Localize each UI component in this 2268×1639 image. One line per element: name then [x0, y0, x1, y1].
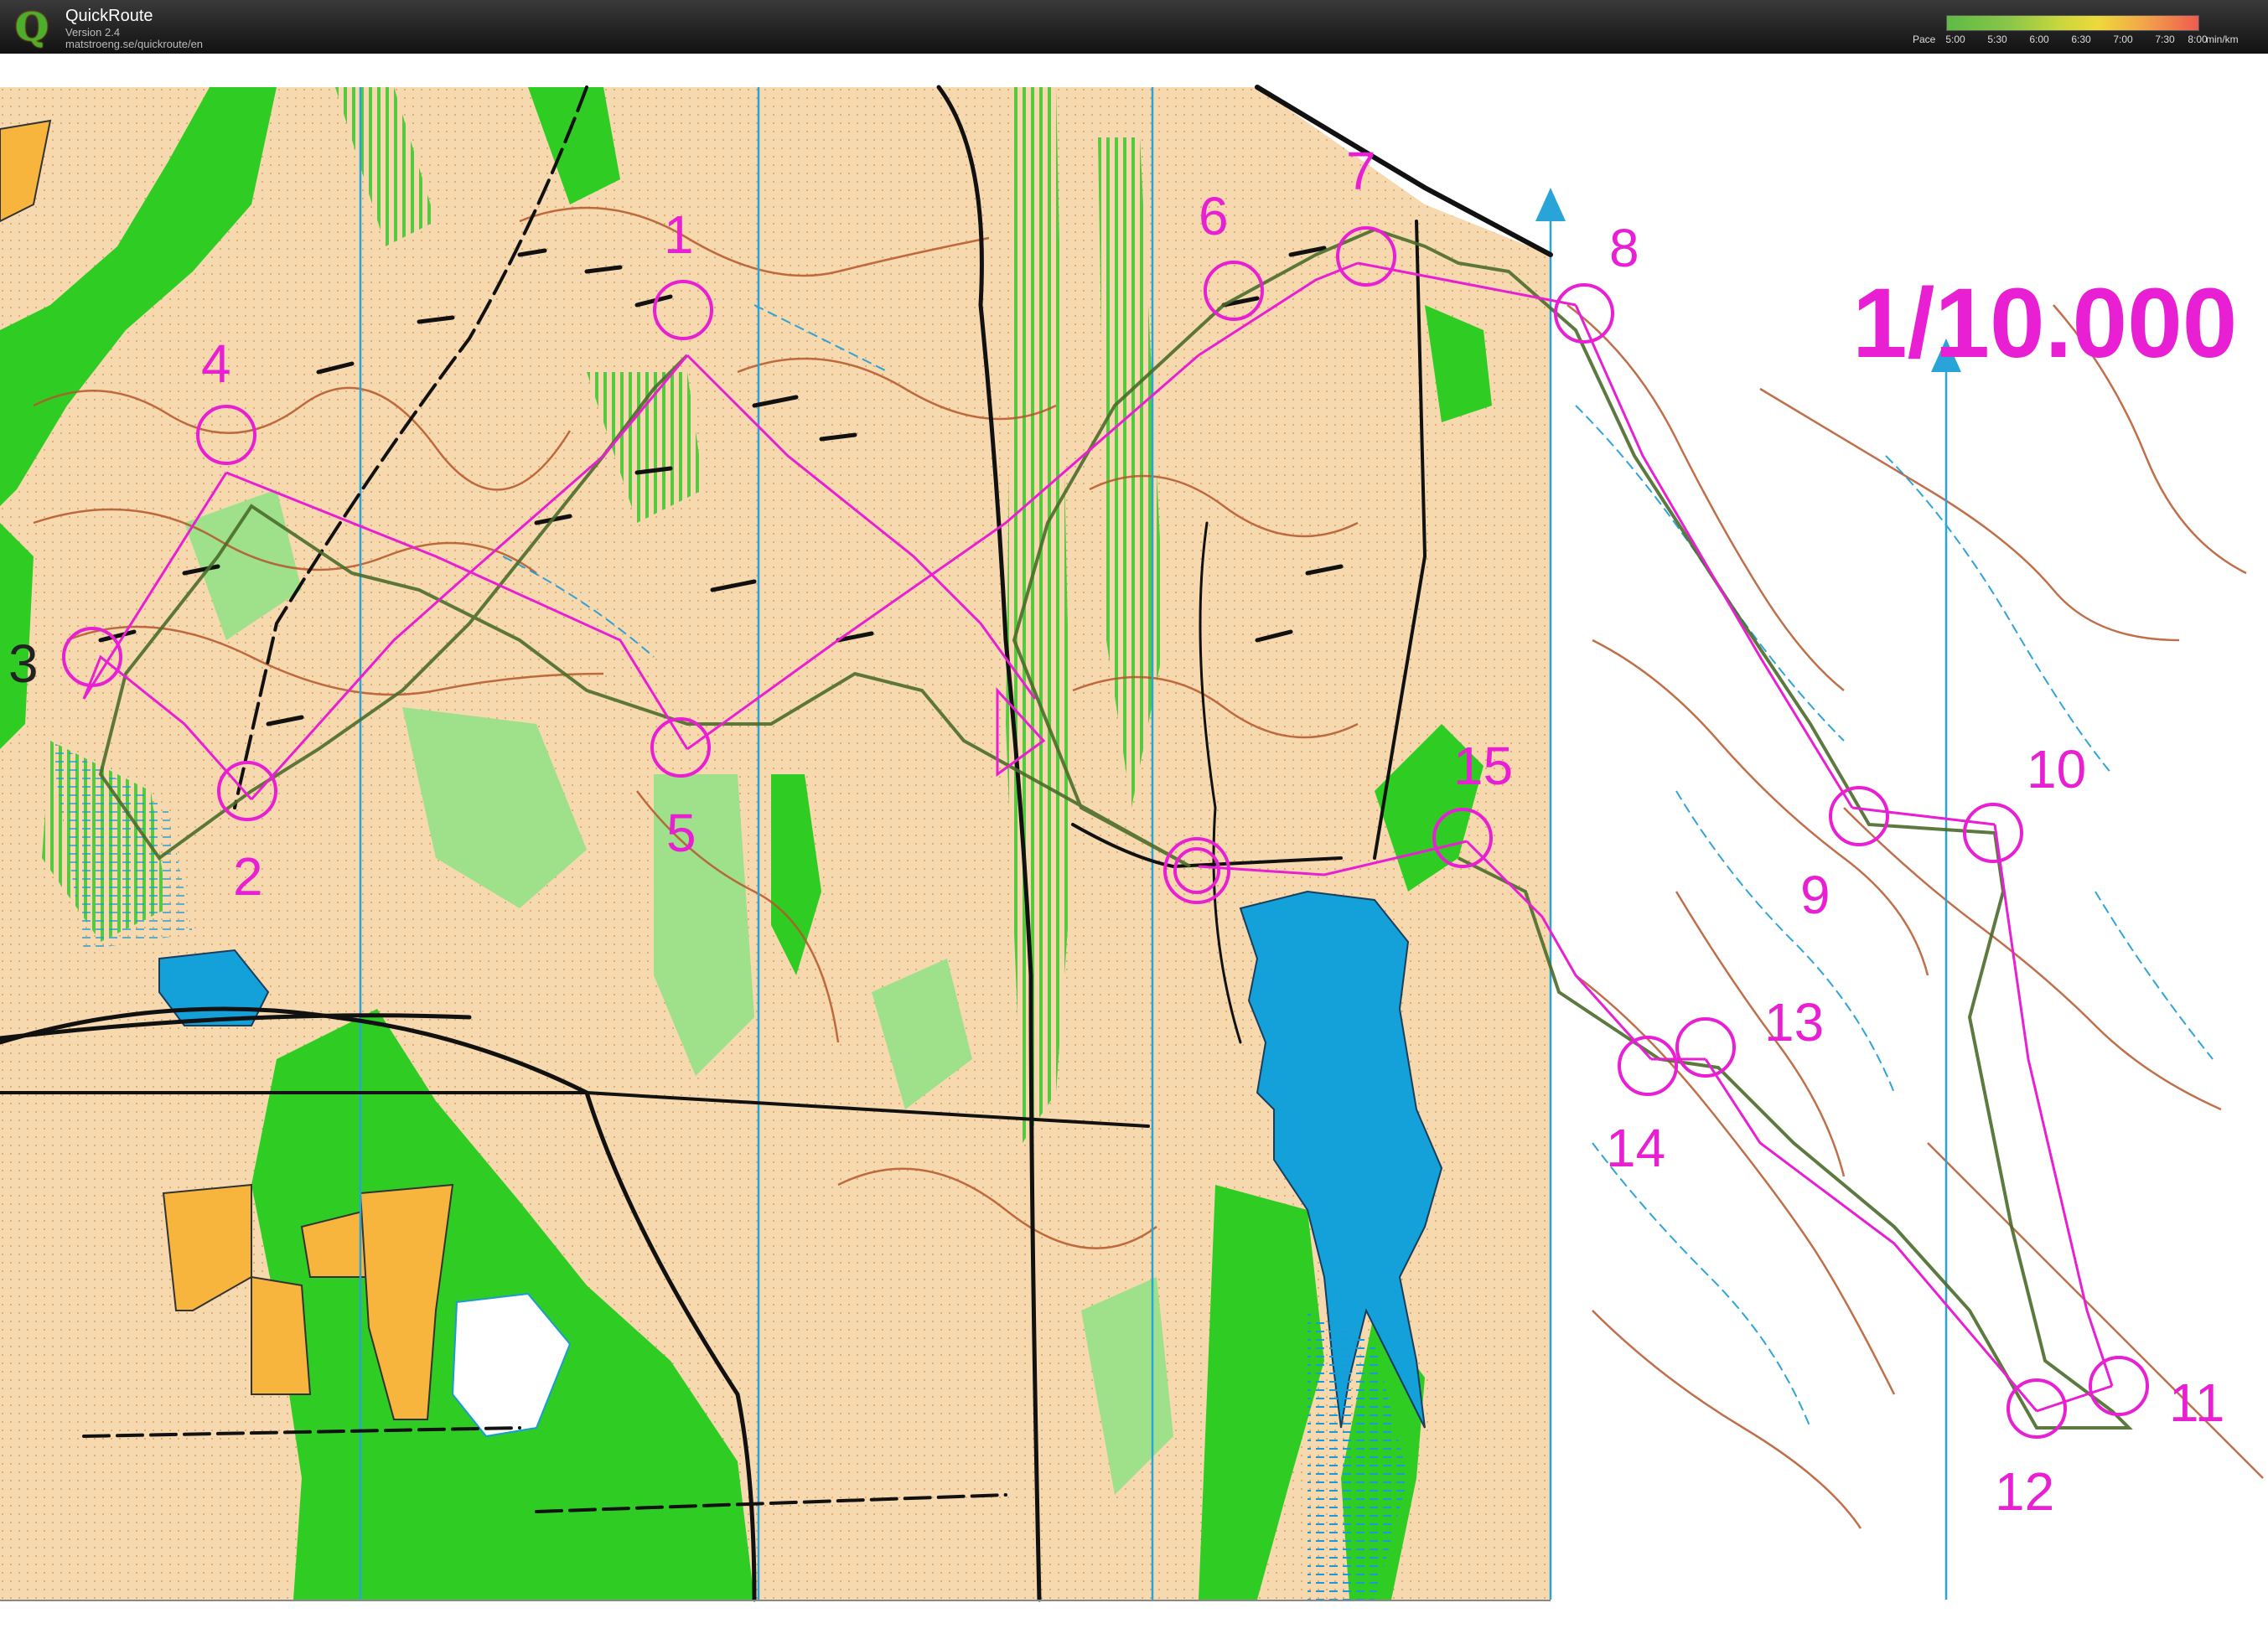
control-7-label: 7	[1346, 141, 1376, 201]
control-8-label: 8	[1609, 218, 1639, 278]
pace-tick: 6:00	[2029, 34, 2049, 45]
pace-tick: 6:30	[2071, 34, 2091, 45]
app-version: Version 2.4	[65, 26, 121, 39]
control-14-label: 14	[1606, 1118, 1665, 1178]
control-6-label: 6	[1199, 186, 1229, 246]
control-1-label: 1	[664, 204, 694, 265]
quickroute-logo-icon: Q	[15, 4, 49, 49]
app-header: Q QuickRoute Version 2.4 matstroeng.se/q…	[0, 0, 2268, 54]
pace-tick: 5:00	[1945, 34, 1965, 45]
control-4-label: 4	[201, 333, 231, 394]
control-13-label: 13	[1764, 992, 1824, 1052]
control-10-label: 10	[2027, 739, 2086, 799]
control-2-label: 2	[233, 846, 263, 907]
map-scale-label: 1/10.000	[1852, 268, 2237, 379]
pace-unit: min/km	[2206, 34, 2239, 45]
pace-tick: 5:30	[1987, 34, 2007, 45]
pace-tick: 7:00	[2113, 34, 2133, 45]
control-9-label: 9	[1800, 865, 1830, 925]
app-title: QuickRoute	[65, 7, 153, 25]
control-15-label: 15	[1453, 736, 1513, 796]
control-12-label: 12	[1995, 1461, 2054, 1522]
pace-color-bar	[1946, 15, 2199, 31]
app-url: matstroeng.se/quickroute/en	[65, 38, 204, 50]
orienteering-map[interactable]: 1 2 3 4 5 6 7 8 9 10 11 12 13 14 15 1/10…	[0, 54, 2268, 1639]
control-5-label: 5	[666, 803, 696, 863]
pace-legend-label: Pace	[1913, 34, 1936, 45]
control-11-label: 11	[2169, 1373, 2224, 1433]
pace-tick: 7:30	[2155, 34, 2175, 45]
control-3-label: 3	[8, 633, 39, 694]
